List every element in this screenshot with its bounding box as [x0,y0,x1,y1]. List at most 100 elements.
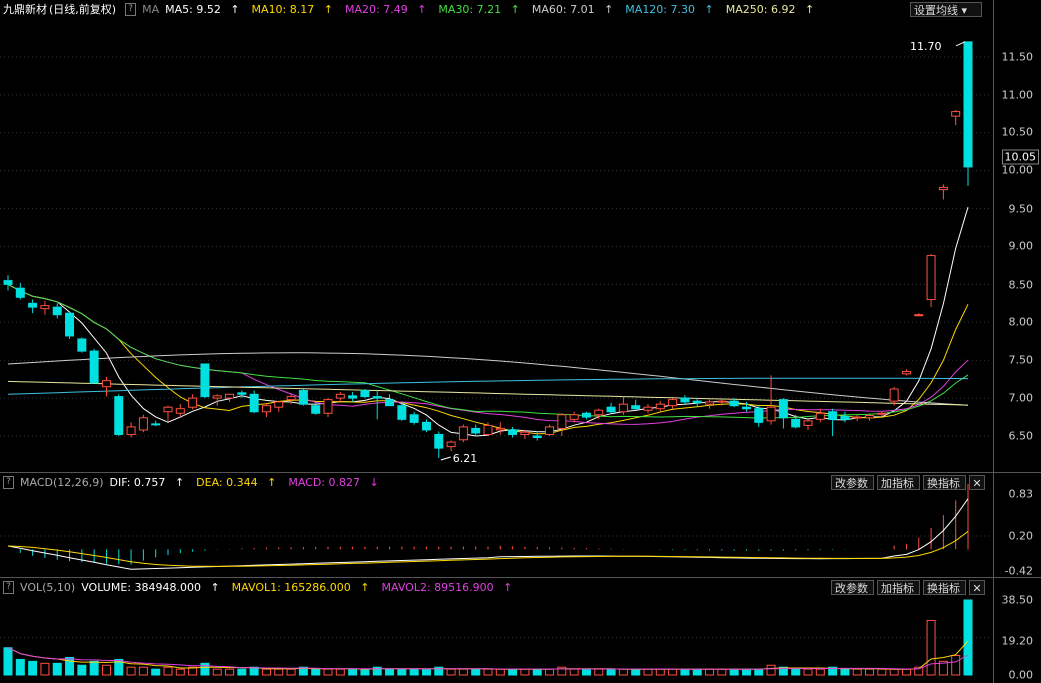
volume-bar [618,668,628,676]
volume-chart[interactable] [0,578,1041,683]
candle-body [471,427,481,434]
candle-body [188,397,198,408]
volume-bar [668,668,678,676]
volume-bar [729,668,739,676]
volume-bar [15,658,25,676]
candle-body [926,255,936,301]
volume-bar [754,668,764,676]
volume-bar [852,668,862,676]
candle-body [52,306,62,316]
low-pointer [440,456,451,461]
candle-body [643,406,653,411]
volume-bar [212,668,222,676]
macd-tick-top: 0.83 [1008,487,1034,501]
volume-panel[interactable]: ? VOL(5,10) VOLUME: 384948.000 ↑ MAVOL1:… [0,578,1041,683]
macd-tick-mid: 0.20 [1008,529,1034,543]
candle-body [15,287,25,298]
candle-body [286,396,296,401]
volume-bar [3,647,13,676]
candle-body [434,433,444,449]
candle-body [889,388,899,402]
volume-bar [840,668,850,676]
ma20-line [7,283,969,425]
macd-panel[interactable]: ? MACD(12,26,9) DIF: 0.757 ↑ DEA: 0.344 … [0,473,1041,578]
candle-body [705,401,715,405]
ma120-line [7,377,969,395]
candle-body [421,421,431,431]
candle-body [532,435,542,439]
high-price-label: 11.70 [910,40,942,53]
volume-bar [323,668,333,676]
volume-bar [101,664,111,676]
volume-bar [594,668,604,676]
candle-body [483,424,493,435]
volume-bar [520,668,530,676]
candle-body [138,417,148,431]
mavol1-line [7,640,969,670]
price-tick-11.00: 11.00 [1001,88,1034,102]
candle-body [274,401,284,408]
candle-body [237,392,247,395]
price-chart[interactable]: 11.70 6.21 [0,0,1041,472]
candle-body [372,396,382,399]
volume-bar [446,668,456,676]
candle-body [778,399,788,419]
volume-bar [963,599,973,676]
candle-body [360,390,370,398]
candle-body [828,411,838,420]
candle-body [692,400,702,404]
volume-bar [643,668,653,676]
candle-body [200,363,210,398]
candle-body [729,400,739,407]
price-tick-7.00: 7.00 [1008,391,1034,405]
volume-bar [569,668,579,676]
macd-chart[interactable] [0,473,1041,577]
candle-body [212,395,222,399]
candle-body [77,338,87,352]
volume-bar [151,668,161,676]
volume-bar [237,668,247,676]
candle-body [89,350,99,384]
current-price-tag: 10.05 [1001,149,1039,165]
candle-body [298,390,308,405]
volume-bar [89,660,99,676]
candle-body [495,427,505,431]
volume-bar [163,666,173,676]
candle-body [3,280,13,285]
candle-body [323,399,333,414]
candle-body [791,418,801,428]
volume-bar [40,662,50,676]
candle-body [766,406,776,422]
candle-body [901,371,911,375]
candle-body [815,412,825,420]
volume-bar [397,668,407,676]
volume-bar [126,666,136,676]
low-price-label: 6.21 [453,452,478,465]
volume-bar [692,668,702,676]
volume-bar [286,668,296,676]
vol-tick-top: 38.50 [1001,593,1034,607]
volume-bar [274,668,284,676]
volume-bar [803,668,813,676]
candle-body [938,186,948,191]
candle-body [803,420,813,426]
ma250-line [7,380,969,406]
volume-bar [409,668,419,676]
candle-body [520,431,530,435]
candle-body [545,426,555,435]
candle-body [557,414,567,429]
candle-body [28,302,38,308]
price-panel[interactable]: 九鼎新材 (日线,前复权) ? MA MA5: 9.52 ↑ MA10: 8.1… [0,0,1041,472]
volume-bar [348,668,358,676]
candle-body [914,314,924,317]
candle-body [151,423,161,426]
price-tick-11.50: 11.50 [1001,50,1034,64]
volume-bar [261,668,271,676]
candle-body [175,408,185,414]
volume-bar [385,668,395,676]
volume-bar [545,668,555,676]
volume-bar [495,668,505,676]
volume-bar [225,668,235,676]
candle-body [261,405,271,413]
volume-bar [28,660,38,676]
